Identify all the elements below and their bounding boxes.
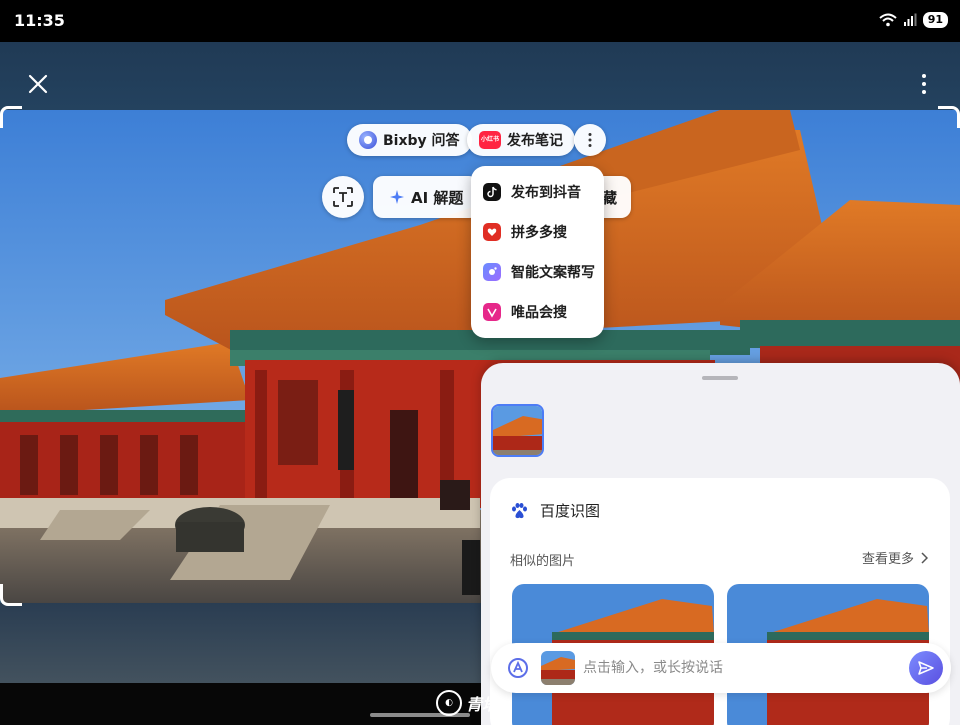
bixby-icon (359, 131, 377, 149)
assistant-logo-icon (508, 658, 528, 678)
see-more-link[interactable]: 查看更多 (862, 548, 928, 567)
publish-note-label: 发布笔记 (507, 133, 563, 149)
prompt-input[interactable] (583, 651, 893, 685)
selected-image-thumbnail[interactable] (491, 404, 544, 457)
watermark: ◐ 青塔 (436, 690, 498, 716)
ai-solve-label: AI 解题 (411, 188, 464, 207)
send-icon (918, 661, 934, 675)
sheet-drag-handle[interactable] (702, 376, 738, 380)
attached-image-thumbnail[interactable] (541, 651, 575, 685)
results-sheet: 百度识图 相似的图片 查看更多 (481, 363, 960, 725)
vipshop-icon (483, 303, 501, 321)
baidu-paw-icon (512, 502, 527, 518)
battery-level: 91 (922, 12, 948, 28)
menu-item-label: 智能文案帮写 (511, 265, 595, 281)
publish-note-button[interactable]: 小红书 发布笔记 (467, 124, 575, 156)
more-vertical-icon[interactable] (914, 72, 934, 96)
save-label: 藏 (602, 188, 618, 207)
pinduoduo-icon (483, 223, 501, 241)
status-time: 11:35 (14, 11, 65, 30)
crop-corner-top-right[interactable] (938, 106, 960, 128)
menu-item-pinduoduo[interactable]: 拼多多搜 (471, 212, 604, 252)
watermark-text: 青塔 (466, 695, 499, 714)
more-actions-button[interactable] (574, 124, 606, 156)
crop-corner-bottom-left[interactable] (0, 584, 22, 606)
wifi-icon (879, 13, 897, 27)
chevron-right-icon (921, 551, 928, 564)
card-title: 百度识图 (510, 500, 600, 521)
prompt-input-bar (491, 643, 951, 693)
card-title-label: 百度识图 (540, 502, 601, 520)
close-icon[interactable] (24, 70, 52, 98)
sparkle-icon (390, 190, 404, 204)
bixby-qa-label: Bixby 问答 (383, 133, 460, 149)
share-menu: 发布到抖音 拼多多搜 智能文案帮写 唯品会搜 (471, 166, 604, 338)
more-vertical-icon (588, 133, 592, 147)
menu-item-label: 唯品会搜 (511, 305, 567, 321)
extract-text-button[interactable] (322, 176, 364, 218)
menu-item-ai-write[interactable]: 智能文案帮写 (471, 252, 604, 292)
status-icons: 91 (879, 12, 948, 28)
ai-solve-button[interactable]: AI 解题 (373, 176, 480, 218)
crop-corner-top-left[interactable] (0, 106, 22, 128)
text-scan-icon (333, 187, 353, 207)
ai-write-icon (483, 263, 501, 281)
signal-icon (903, 13, 917, 26)
send-button[interactable] (909, 651, 943, 685)
menu-item-label: 发布到抖音 (511, 185, 581, 201)
see-more-label: 查看更多 (861, 552, 914, 567)
tiktok-icon (483, 183, 501, 201)
menu-item-douyin[interactable]: 发布到抖音 (471, 172, 604, 212)
xiaohongshu-icon: 小红书 (479, 131, 501, 149)
menu-item-vipshop[interactable]: 唯品会搜 (471, 292, 604, 332)
status-bar: 11:35 91 (0, 0, 960, 42)
menu-item-label: 拼多多搜 (511, 225, 567, 241)
watermark-logo-icon: ◐ (436, 690, 462, 716)
top-controls (0, 42, 960, 110)
bixby-qa-button[interactable]: Bixby 问答 (347, 124, 472, 156)
similar-images-label: 相似的图片 (510, 554, 576, 569)
